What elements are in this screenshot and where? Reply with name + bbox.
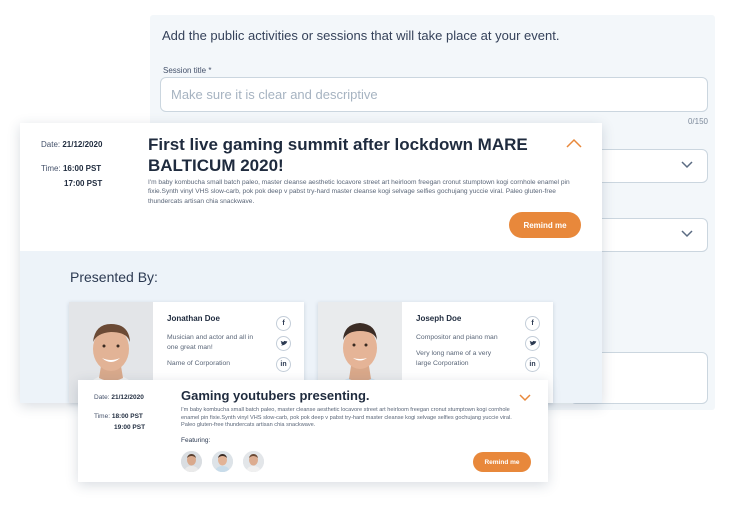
form-intro-text: Add the public activities or sessions th…: [162, 28, 560, 43]
time-end: 17:00 PST: [64, 179, 103, 188]
date-label: Date:: [41, 140, 61, 149]
avatar[interactable]: [181, 451, 202, 472]
session2-description: I'm baby kombucha small batch paleo, mas…: [181, 407, 512, 429]
remind-me-button[interactable]: Remind me: [473, 452, 531, 472]
date-label: Date:: [94, 394, 110, 401]
session2-time: Time: 18:00 PST: [94, 413, 143, 420]
chevron-down-icon: [681, 161, 693, 169]
twitter-icon[interactable]: [525, 336, 540, 351]
avatar[interactable]: [243, 451, 264, 472]
chevron-down-icon: [681, 230, 693, 238]
facebook-icon[interactable]: f: [276, 316, 291, 331]
date-value: 21/12/2020: [62, 140, 103, 149]
session-title-input[interactable]: [160, 77, 708, 112]
session2-title: Gaming youtubers presenting.: [181, 388, 370, 403]
session-time-end: 17:00 PST: [64, 179, 102, 188]
presenter-org: Name of Corporation: [167, 360, 231, 367]
session-title: First live gaming summit after lockdown …: [148, 135, 528, 175]
presenter-bio: Musician and actor and all in one great …: [167, 334, 254, 351]
session-time: Time: 16:00 PST: [41, 164, 101, 173]
presenter-bio: Compositor and piano man: [416, 334, 498, 341]
session-description: I'm baby kombucha small batch paleo, mas…: [148, 179, 570, 205]
session-card-2: Date: 21/12/2020 Time: 18:00 PST 19:00 P…: [78, 380, 548, 482]
avatar[interactable]: [212, 451, 233, 472]
session2-time-end: 19:00 PST: [114, 424, 145, 431]
session-date: Date: 21/12/2020: [41, 140, 102, 149]
remind-me-button[interactable]: Remind me: [509, 212, 581, 238]
linkedin-icon[interactable]: in: [276, 357, 291, 372]
session-card: Date: 21/12/2020 Time: 16:00 PST 17:00 P…: [20, 123, 602, 403]
presented-by-heading: Presented By:: [70, 269, 158, 285]
chevron-up-icon[interactable]: [566, 138, 582, 148]
presenter-name: Joseph Doe: [416, 314, 462, 323]
time-label: Time:: [94, 413, 111, 420]
twitter-icon[interactable]: [276, 336, 291, 351]
time-end: 19:00 PST: [114, 424, 146, 431]
time-start: 18:00 PST: [111, 413, 143, 420]
linkedin-icon[interactable]: in: [525, 357, 540, 372]
session2-date: Date: 21/12/2020: [94, 394, 144, 401]
time-label: Time:: [41, 164, 61, 173]
session-title-label: Session title *: [163, 66, 212, 75]
facebook-icon[interactable]: f: [525, 316, 540, 331]
chevron-down-icon[interactable]: [519, 394, 531, 402]
time-start: 16:00 PST: [62, 164, 102, 173]
character-counter: 0/150: [687, 117, 708, 126]
presenter-org: Very long name of a very large Corporati…: [416, 350, 492, 367]
featuring-label: Featuring:: [181, 437, 211, 444]
date-value: 21/12/2020: [111, 394, 144, 401]
presenter-name: Jonathan Doe: [167, 314, 220, 323]
